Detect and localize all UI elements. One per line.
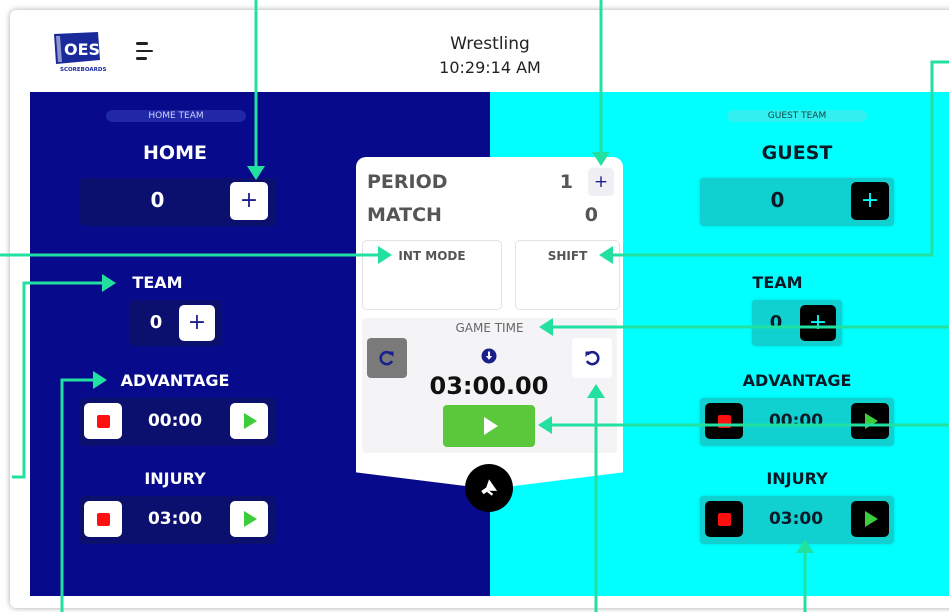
guest-injury-label: INJURY xyxy=(766,469,828,488)
undo-icon xyxy=(585,350,600,366)
play-icon xyxy=(865,413,878,429)
stop-icon xyxy=(96,512,110,526)
guest-advantage-time: 00:00 xyxy=(768,411,824,431)
home-team-plus-button[interactable]: + xyxy=(179,305,215,341)
stop-icon xyxy=(96,414,110,428)
redo-button[interactable] xyxy=(367,338,407,378)
guest-score: 0 xyxy=(770,188,785,212)
period-plus-button[interactable]: + xyxy=(588,168,614,196)
stop-icon xyxy=(717,512,731,526)
game-time-label: GAME TIME xyxy=(455,321,524,335)
undo-button[interactable] xyxy=(572,338,612,378)
guest-advantage-label: ADVANTAGE xyxy=(742,371,852,390)
home-team-points: 0 xyxy=(149,312,163,333)
megaphone-icon xyxy=(481,479,498,496)
arrow-down-circle-icon[interactable] xyxy=(481,348,497,364)
guest-injury-stop-button[interactable] xyxy=(705,501,743,537)
horn-button[interactable] xyxy=(465,464,513,512)
game-time-play-button[interactable] xyxy=(443,405,535,447)
guest-team-name[interactable]: GUEST xyxy=(727,142,867,164)
oes-logo: OES SCOREBOARDS xyxy=(54,32,106,73)
guest-advantage-stop-button[interactable] xyxy=(705,403,743,439)
home-score-plus-button[interactable]: + xyxy=(230,182,268,220)
guest-score-plus-button[interactable]: + xyxy=(851,182,889,220)
guest-team-plus-button[interactable]: + xyxy=(800,305,836,341)
match-label: MATCH xyxy=(367,204,442,226)
play-icon xyxy=(865,511,878,527)
logo-text: OES xyxy=(64,40,100,59)
logo-subtext: SCOREBOARDS xyxy=(60,67,106,73)
guest-team-pill: GUEST TEAM xyxy=(727,110,867,122)
redo-icon xyxy=(379,350,394,366)
home-injury-label: INJURY xyxy=(144,469,206,488)
home-advantage-label: ADVANTAGE xyxy=(120,371,230,390)
shift-button[interactable]: SHIFT xyxy=(515,240,620,310)
home-injury-stop-button[interactable] xyxy=(84,501,122,537)
home-team-name[interactable]: HOME xyxy=(110,142,240,164)
match-value: 0 xyxy=(584,204,598,226)
play-icon xyxy=(244,413,257,429)
home-advantage-stop-button[interactable] xyxy=(84,403,122,439)
guest-advantage-play-button[interactable] xyxy=(851,403,889,439)
home-team-label: TEAM xyxy=(132,273,183,292)
home-score: 0 xyxy=(150,188,165,212)
home-advantage-time: 00:00 xyxy=(147,411,203,431)
period-label: PERIOD xyxy=(367,171,448,193)
int-mode-button[interactable]: INT MODE xyxy=(362,240,502,310)
home-injury-time: 03:00 xyxy=(147,509,203,529)
guest-team-points: 0 xyxy=(769,312,783,333)
guest-injury-play-button[interactable] xyxy=(851,501,889,537)
guest-team-label: TEAM xyxy=(752,273,803,292)
guest-injury-time: 03:00 xyxy=(768,509,824,529)
menu-icon[interactable] xyxy=(136,42,156,64)
game-time-value: 03:00.00 xyxy=(429,372,549,400)
sport-title: Wrestling xyxy=(450,34,530,54)
period-value: 1 xyxy=(559,171,573,193)
play-icon xyxy=(483,417,498,435)
play-icon xyxy=(244,511,257,527)
stop-icon xyxy=(717,414,731,428)
home-injury-play-button[interactable] xyxy=(230,501,268,537)
clock-time: 10:29:14 AM xyxy=(439,58,541,77)
home-advantage-play-button[interactable] xyxy=(230,403,268,439)
home-team-pill: HOME TEAM xyxy=(106,110,246,122)
